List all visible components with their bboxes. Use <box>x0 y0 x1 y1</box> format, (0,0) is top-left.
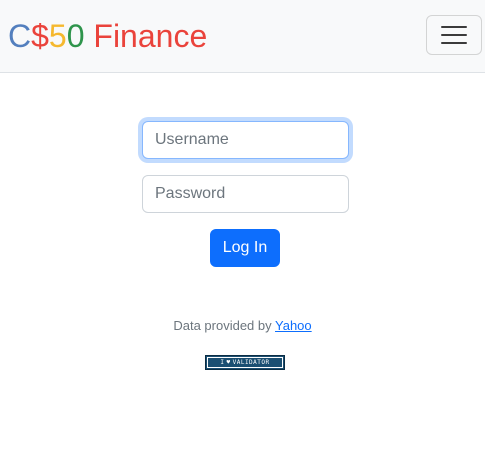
brand-letter-5: 5 <box>48 18 67 54</box>
brand-letter-0: 0 <box>66 18 85 54</box>
brand-logo[interactable]: C$50 Finance <box>8 16 207 56</box>
brand-letter-c: C <box>8 18 32 54</box>
navbar-toggler-button[interactable] <box>426 15 482 55</box>
password-input[interactable] <box>142 175 349 213</box>
heart-icon: ♥ <box>226 359 231 366</box>
hamburger-menu-icon <box>441 25 467 45</box>
yahoo-link[interactable]: Yahoo <box>275 318 312 333</box>
brand-word-finance: Finance <box>84 18 208 54</box>
navbar: C$50 Finance <box>0 0 485 73</box>
login-button[interactable]: Log In <box>210 229 280 267</box>
data-attribution: Data provided by Yahoo <box>0 318 485 333</box>
validator-badge-right: VALIDATOR <box>232 359 270 366</box>
validator-badge[interactable]: I ♥ VALIDATOR <box>205 355 285 370</box>
validator-badge-left: I <box>220 359 225 366</box>
username-input[interactable] <box>142 121 349 159</box>
attribution-prefix: Data provided by <box>173 318 276 333</box>
brand-letter-dollar: $ <box>31 18 49 54</box>
